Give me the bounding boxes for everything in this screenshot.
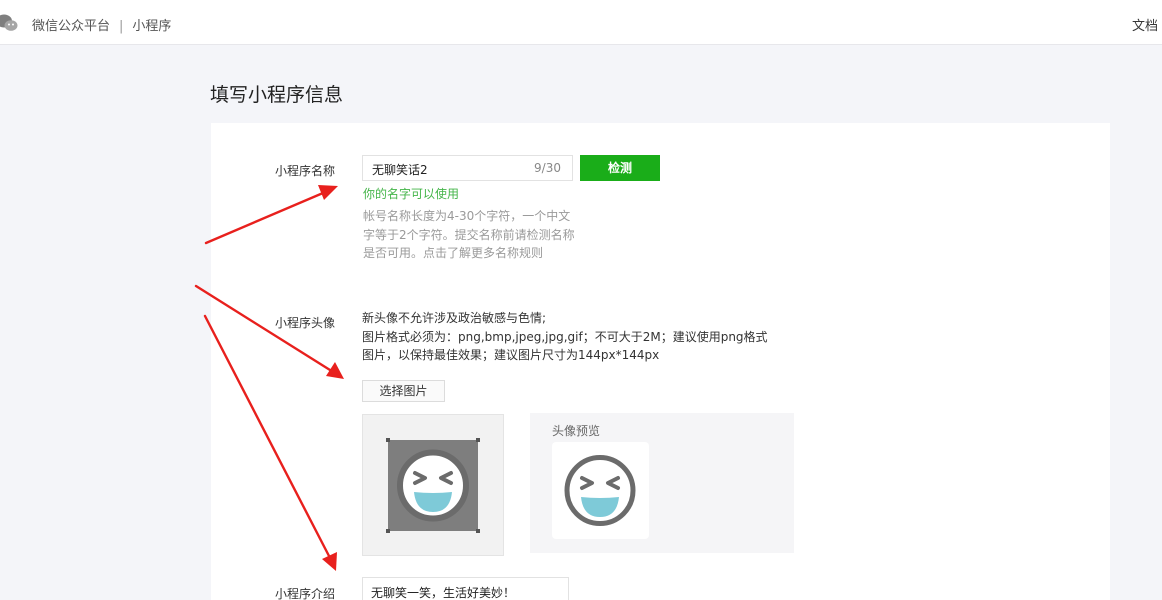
- name-available-message: 你的名字可以使用: [363, 187, 460, 201]
- name-input[interactable]: 无聊笑话2 9/30: [362, 155, 573, 181]
- section-name[interactable]: 小程序: [132, 19, 171, 34]
- breadcrumb-separator: |: [119, 19, 124, 34]
- laughing-face-icon: [397, 449, 469, 522]
- name-label: 小程序名称: [275, 164, 336, 178]
- avatar-preview-image: [552, 442, 649, 539]
- intro-input-value: 无聊笑一笑，生活好美妙！: [371, 586, 516, 600]
- avatar-desc-line: 图片，以保持最佳效果；建议图片尺寸为144px*144px: [362, 348, 660, 362]
- avatar-desc-line: 图片格式必须为：png,bmp,jpeg,jpg,gif；不可大于2M；建议使用…: [362, 329, 768, 344]
- avatar-crop-image[interactable]: [388, 440, 478, 531]
- choose-image-button[interactable]: 选择图片: [362, 380, 445, 402]
- avatar-desc-line: 新头像不允许涉及政治敏感与色情;: [362, 311, 547, 325]
- crop-handle[interactable]: [386, 438, 390, 442]
- page-title: 填写小程序信息: [210, 84, 344, 106]
- name-input-value: 无聊笑话2: [372, 163, 428, 177]
- avatar-label: 小程序头像: [275, 316, 336, 330]
- check-name-button[interactable]: 检测: [580, 155, 660, 181]
- laughing-face-icon: [564, 455, 636, 526]
- crop-handle[interactable]: [386, 529, 390, 533]
- name-rules-hint[interactable]: 帐号名称长度为4-30个字符，一个中文字等于2个字符。提交名称前请检测名称是否可…: [363, 207, 579, 263]
- brand-breadcrumb: 微信公众平台 | 小程序: [32, 15, 171, 34]
- intro-input[interactable]: 无聊笑一笑，生活好美妙！: [362, 577, 569, 600]
- avatar-description: 新头像不允许涉及政治敏感与色情; 图片格式必须为：png,bmp,jpeg,jp…: [362, 309, 768, 365]
- platform-name[interactable]: 微信公众平台: [32, 19, 110, 34]
- name-char-counter: 9/30: [534, 161, 561, 175]
- intro-label: 小程序介绍: [275, 587, 336, 600]
- doc-link[interactable]: 文档: [1132, 15, 1158, 34]
- wechat-logo-icon: [0, 14, 18, 31]
- crop-handle[interactable]: [476, 438, 480, 442]
- avatar-preview-label: 头像预览: [552, 424, 601, 438]
- crop-handle[interactable]: [476, 529, 480, 533]
- top-bar: 微信公众平台 | 小程序 文档: [0, 0, 1162, 45]
